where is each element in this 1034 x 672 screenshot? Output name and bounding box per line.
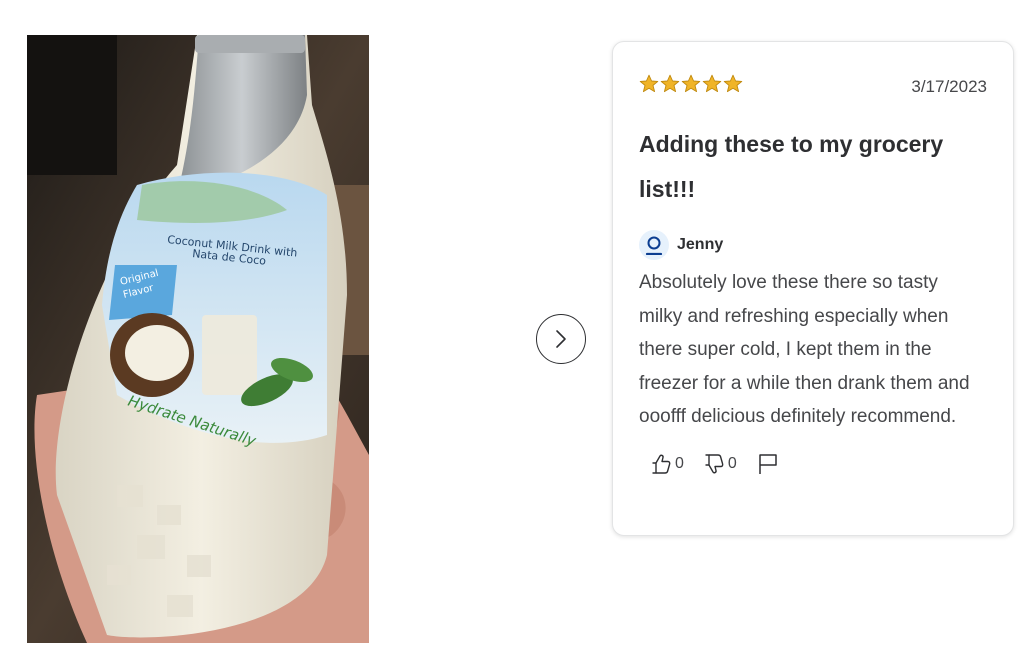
- report-button[interactable]: [757, 453, 779, 475]
- star-icon: [639, 74, 659, 93]
- star-rating: [639, 74, 743, 94]
- avatar: [639, 230, 669, 260]
- chevron-right-icon: [556, 330, 566, 348]
- star-icon: [660, 74, 680, 93]
- thumbs-up-icon: [652, 454, 671, 474]
- flag-icon: [759, 453, 777, 474]
- review-body: Absolutely love these there so tasty mil…: [639, 272, 970, 427]
- review-date: 3/17/2023: [911, 77, 987, 96]
- bottle-photo-illustration: Coconut Milk Drink with Nata de Coco Ori…: [27, 35, 369, 643]
- helpful-button[interactable]: 0: [651, 453, 684, 475]
- author-name: Jenny: [677, 236, 724, 253]
- review-author: Jenny: [639, 230, 987, 260]
- review-title: Adding these to my grocery list!!!: [639, 131, 944, 202]
- review-card: 3/17/2023 Adding these to my grocery lis…: [612, 41, 1014, 536]
- user-icon: [645, 236, 663, 255]
- star-icon: [681, 74, 701, 93]
- thumbs-down-icon: [705, 453, 724, 473]
- star-icon: [702, 74, 722, 93]
- review-photo[interactable]: Coconut Milk Drink with Nata de Coco Ori…: [27, 35, 369, 643]
- review-header: 3/17/2023: [639, 72, 987, 96]
- helpful-count: 0: [675, 454, 684, 472]
- review-actions: 0 0: [639, 453, 987, 475]
- star-icon: [723, 74, 743, 93]
- not-helpful-count: 0: [727, 454, 737, 472]
- not-helpful-button[interactable]: 0: [704, 453, 737, 475]
- next-photo-button[interactable]: [536, 314, 586, 364]
